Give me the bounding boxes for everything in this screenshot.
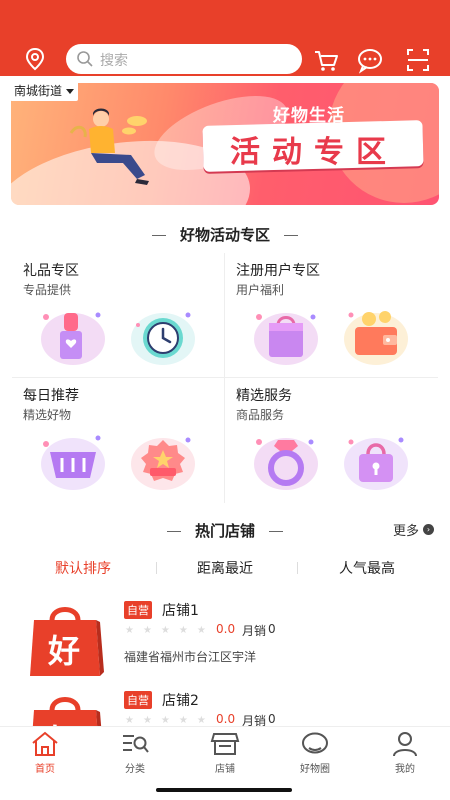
hot-shops-title-text: 热门店铺	[194, 522, 255, 540]
activity-cell-daily[interactable]: 每日推荐 精选好物	[12, 378, 225, 503]
shop-rating: 0.0	[216, 622, 236, 636]
location-icon[interactable]	[22, 46, 48, 72]
header-row: 搜索	[0, 44, 450, 76]
title-dash	[166, 531, 181, 532]
sort-bar: 默认排序 距离最近 人气最高	[0, 556, 450, 580]
section-title-text: 好物活动专区	[179, 226, 270, 244]
profile-icon	[393, 732, 417, 757]
tab-community[interactable]: 好物圈	[270, 731, 360, 775]
more-label: 更多	[392, 524, 419, 539]
activity-cell-gift[interactable]: 礼品专区 专品提供	[12, 253, 225, 378]
cell-title: 礼品专区	[23, 263, 79, 279]
banner-title: 活动专区	[230, 135, 398, 170]
cell-subtitle: 专品提供	[23, 283, 72, 297]
sales-count: 0	[268, 622, 276, 636]
message-icon[interactable]	[356, 46, 384, 74]
wallet-icon	[344, 311, 408, 365]
tab-home[interactable]: 首页	[0, 731, 90, 775]
sales-count: 0	[268, 712, 276, 726]
chevron-down-icon	[66, 88, 75, 94]
new-badge-icon	[131, 437, 195, 490]
street-label: 南城街道	[14, 84, 63, 98]
promo-banner[interactable]: 好物生活 活动专区	[11, 83, 439, 205]
shop-item[interactable]: 好 自营 店铺1 ★★★★★ 0.0 月销 0 福建省福州市台江区宇洋	[0, 594, 450, 694]
tab-store[interactable]: 店铺	[180, 731, 270, 775]
cell-subtitle: 用户福利	[236, 283, 285, 297]
tab-label: 好物圈	[300, 764, 330, 775]
top-header: 搜索	[0, 0, 450, 76]
basket-icon	[41, 435, 105, 490]
category-icon	[123, 735, 149, 753]
sort-default[interactable]: 默认排序	[8, 558, 158, 578]
rating-stars: ★★★★★	[125, 715, 215, 726]
cell-title: 精选服务	[236, 388, 292, 404]
title-dash	[151, 235, 166, 236]
self-operated-badge: 自营	[124, 691, 152, 709]
cell-subtitle: 商品服务	[236, 408, 285, 422]
shop-logo-char: 好	[47, 632, 80, 670]
home-indicator	[156, 788, 292, 792]
rating-stars: ★★★★★	[125, 625, 215, 636]
tab-label: 首页	[35, 764, 55, 775]
search-input[interactable]: 搜索	[100, 50, 128, 70]
scan-icon[interactable]	[404, 46, 432, 74]
title-dash	[269, 531, 283, 532]
hot-shops-title: 热门店铺	[0, 520, 450, 541]
sort-distance[interactable]: 距离最近	[150, 558, 300, 578]
tab-label: 分类	[125, 764, 145, 775]
sales-label: 月销	[242, 624, 267, 638]
search-bar[interactable]: 搜索	[66, 44, 302, 74]
shop-rating: 0.0	[216, 712, 236, 726]
cell-title: 注册用户专区	[236, 263, 320, 279]
cart-icon[interactable]	[312, 46, 340, 74]
title-dash	[284, 235, 298, 236]
cell-title: 每日推荐	[23, 388, 79, 404]
tab-category[interactable]: 分类	[90, 731, 180, 775]
activity-cell-service[interactable]: 精选服务 商品服务	[225, 378, 438, 503]
tab-label: 店铺	[215, 764, 235, 775]
search-icon	[76, 50, 94, 68]
activity-grid: 礼品专区 专品提供 注册用户专区 用户福利 每日推荐 精选好物 精选服务 商品服…	[12, 253, 438, 503]
activity-cell-new-user[interactable]: 注册用户专区 用户福利	[225, 253, 438, 378]
chat-bubble-icon	[302, 732, 328, 754]
more-link[interactable]: 更多 ›	[393, 520, 434, 539]
ring-icon	[254, 438, 318, 490]
shopping-bag-icon	[254, 313, 318, 365]
tab-profile[interactable]: 我的	[360, 731, 450, 775]
person-illustration	[69, 108, 149, 185]
clock-icon	[131, 312, 195, 365]
lock-bag-icon	[344, 437, 408, 490]
street-selector[interactable]: 南城街道	[10, 81, 79, 101]
tab-label: 我的	[395, 764, 415, 775]
shop-logo: 好	[30, 607, 104, 676]
shop-name: 店铺1	[162, 603, 199, 619]
shop-address: 福建省福州市台江区宇洋	[124, 650, 257, 664]
lipstick-icon	[41, 312, 105, 365]
self-operated-badge: 自营	[124, 601, 152, 619]
store-icon	[210, 733, 240, 755]
home-icon	[32, 731, 58, 756]
section-title: 好物活动专区	[0, 224, 450, 245]
shop-name: 店铺2	[162, 693, 199, 709]
chevron-right-icon: ›	[423, 524, 434, 535]
cell-subtitle: 精选好物	[23, 408, 72, 422]
sort-popularity[interactable]: 人气最高	[292, 558, 442, 578]
